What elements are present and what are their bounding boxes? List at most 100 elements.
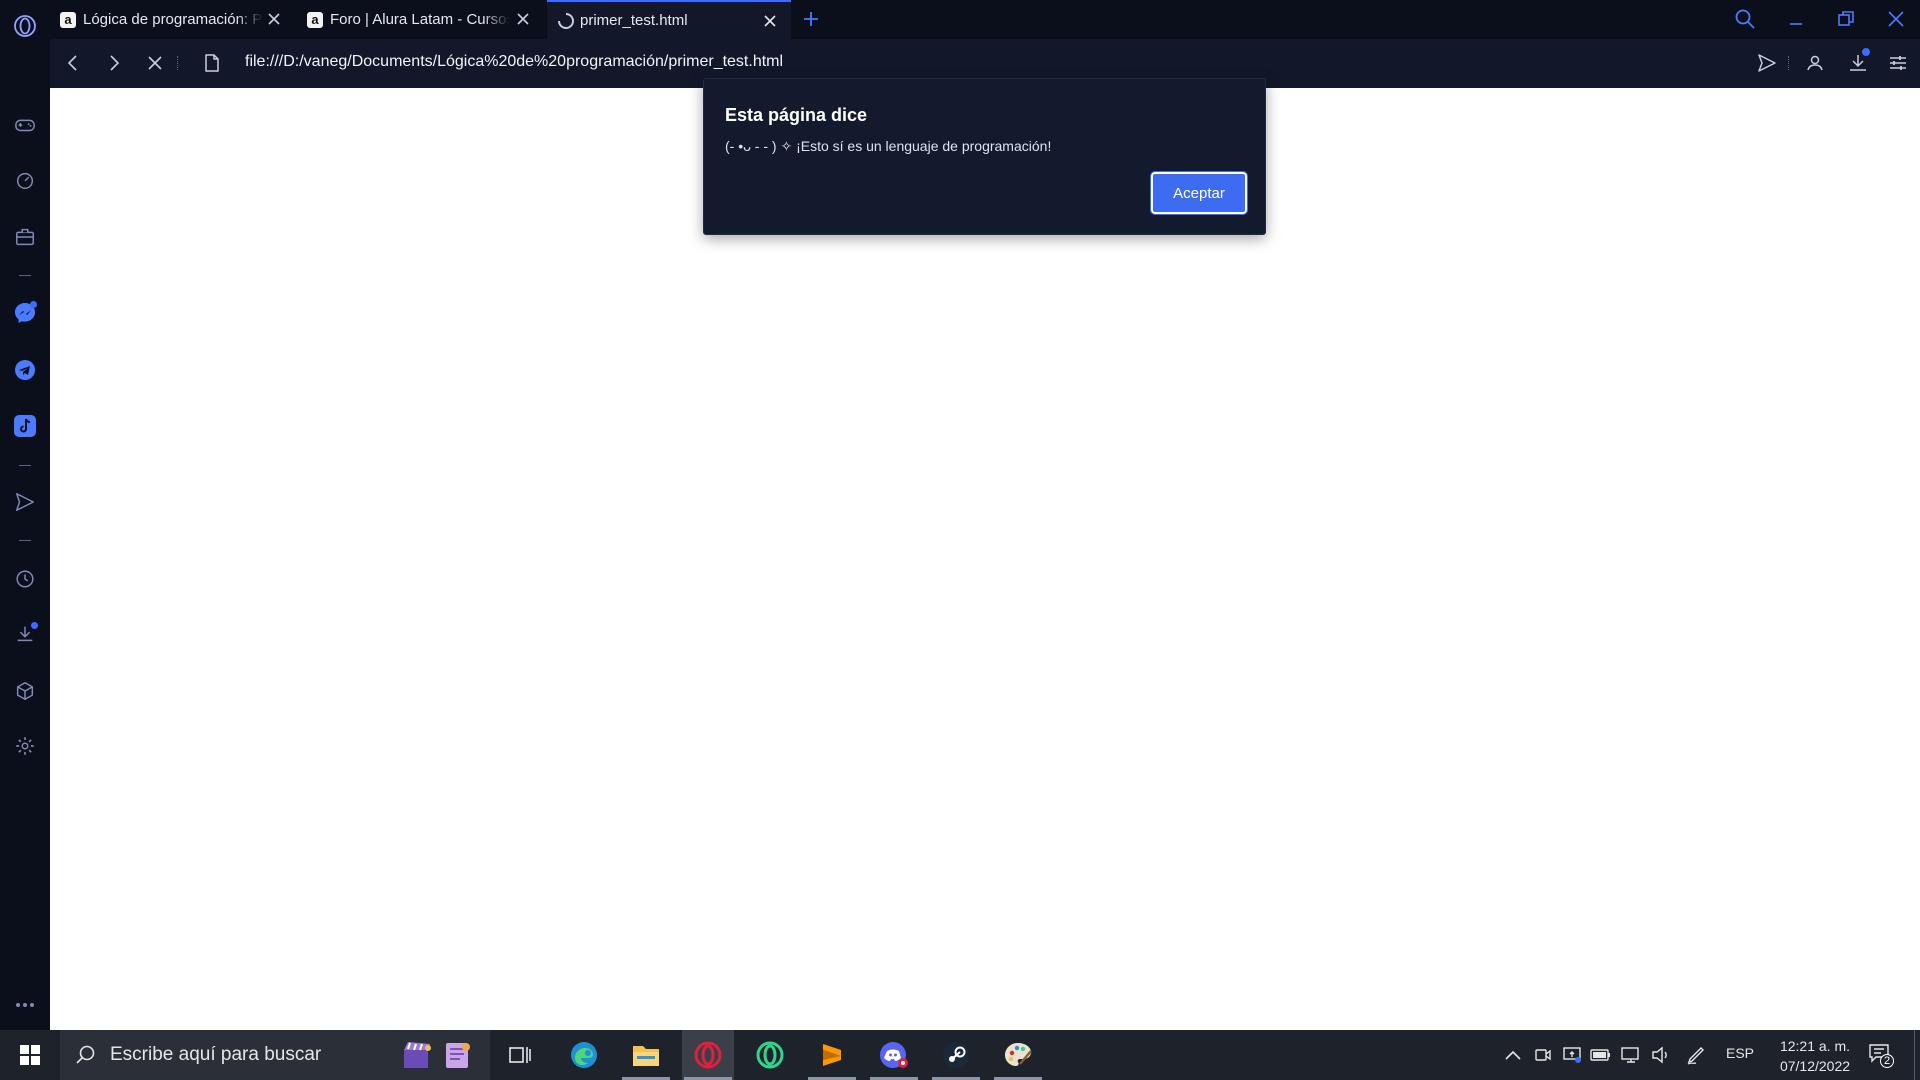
pen-icon: [1687, 1047, 1704, 1065]
back-button[interactable]: [62, 52, 84, 74]
stop-loading-button[interactable]: [144, 52, 166, 74]
speedometer-icon: [16, 172, 34, 189]
notification-count-badge: 2: [1880, 1054, 1894, 1068]
close-tab-icon[interactable]: [265, 10, 283, 28]
opera-logo-icon: [14, 15, 36, 37]
tab-title: Foro | Alura Latam - Cursos: [330, 11, 510, 28]
downloads-notification-dot: [31, 622, 38, 629]
loading-spinner-icon: [558, 12, 574, 29]
show-hidden-icons-button[interactable]: [1502, 1045, 1524, 1065]
tray-battery-button[interactable]: [1590, 1045, 1612, 1065]
taskbar-opera-gx-button[interactable]: [682, 1030, 734, 1080]
taskbar-edge-button[interactable]: [558, 1030, 610, 1080]
send-to-flow-button[interactable]: [1756, 52, 1778, 74]
sidebar-twitch-button[interactable]: [10, 222, 40, 252]
sidebar-more-button[interactable]: [10, 990, 40, 1020]
clapperboard-icon: [404, 1042, 431, 1068]
sidebar-divider: [19, 465, 31, 466]
battery-icon: [1590, 1049, 1610, 1061]
accept-button[interactable]: Aceptar: [1150, 171, 1248, 215]
paint-palette-icon: [1005, 1043, 1032, 1066]
forward-button[interactable]: [103, 52, 125, 74]
close-tab-icon[interactable]: [514, 10, 532, 28]
new-tab-button[interactable]: [801, 9, 821, 29]
tab-strip: a Lógica de programación: Primeros pasos…: [50, 0, 1920, 39]
easy-setup-button[interactable]: [1887, 52, 1909, 74]
clock-time: 12:21 a. m.: [1779, 1038, 1851, 1054]
tray-meet-now-button[interactable]: [1532, 1045, 1554, 1065]
url-field[interactable]: file:///D:/vaneg/Documents/Lógica%20de%2…: [245, 53, 783, 71]
tab-title: primer_test.html: [580, 12, 688, 29]
profile-button[interactable]: [1804, 52, 1826, 74]
show-desktop-button[interactable]: [1914, 1030, 1920, 1080]
tray-volume-button[interactable]: [1650, 1045, 1672, 1065]
browser-sidebar: [0, 0, 50, 1030]
toolbar-divider: [1788, 56, 1789, 70]
close-tab-icon[interactable]: [761, 12, 779, 30]
close-icon: [1888, 11, 1904, 27]
minimize-icon: [1790, 23, 1802, 25]
taskbar-clock[interactable]: 12:21 a. m. 07/12/2022: [1760, 1036, 1870, 1076]
tab-search-button[interactable]: [1734, 8, 1756, 30]
messenger-notification-dot: [30, 301, 37, 308]
sidebar-history-button[interactable]: [10, 564, 40, 594]
notebook-highlight-image[interactable]: [440, 1038, 474, 1072]
sidebar-tiktok-button[interactable]: [10, 411, 40, 441]
edge-icon: [571, 1042, 597, 1068]
restore-window-button[interactable]: [1835, 8, 1857, 30]
taskbar-file-explorer-button[interactable]: [620, 1030, 672, 1080]
close-icon: [148, 56, 162, 70]
gear-icon: [16, 737, 34, 755]
taskbar-opera-button[interactable]: [744, 1030, 796, 1080]
chevron-right-icon: [110, 55, 120, 71]
sidebar-extensions-button[interactable]: [10, 676, 40, 706]
dialog-message: (- •ᴗ - - ) ✧ ¡Esto sí es un lenguaje de…: [725, 138, 1052, 154]
windows-taskbar: Escribe aquí para buscar ESP 12:21 a. m.…: [0, 1030, 1920, 1080]
steam-icon: [943, 1042, 969, 1068]
sublime-text-icon: [823, 1044, 841, 1066]
search-icon: [1735, 9, 1755, 29]
page-info-button[interactable]: [203, 53, 221, 73]
start-button[interactable]: [0, 1030, 60, 1080]
tray-screen-button[interactable]: [1561, 1045, 1583, 1065]
discord-icon: [880, 1042, 908, 1068]
toolbar-divider: [177, 56, 178, 70]
telegram-icon: [15, 360, 35, 380]
minimize-window-button[interactable]: [1785, 8, 1807, 30]
opera-menu-button[interactable]: [10, 11, 40, 41]
more-dots-icon: [16, 1003, 34, 1007]
send-arrow-icon: [16, 493, 34, 511]
plus-icon: [804, 12, 818, 26]
tab-foro-alura[interactable]: a Foro | Alura Latam - Cursos: [297, 0, 544, 39]
clock-icon: [16, 570, 34, 588]
sidebar-gx-corner-button[interactable]: [10, 110, 40, 140]
search-highlight-image[interactable]: [398, 1036, 436, 1074]
alert-dialog: Esta página dice (- •ᴗ - - ) ✧ ¡Esto sí …: [703, 78, 1266, 235]
tab-logica-programacion[interactable]: a Lógica de programación: Primeros pasos: [50, 0, 295, 39]
close-window-button[interactable]: [1885, 8, 1907, 30]
sliders-icon: [1890, 56, 1906, 70]
user-icon: [1807, 55, 1823, 71]
taskbar-paint-button[interactable]: [992, 1030, 1044, 1080]
taskbar-search-box[interactable]: Escribe aquí para buscar: [60, 1030, 490, 1080]
task-view-button[interactable]: [494, 1030, 546, 1080]
sidebar-telegram-button[interactable]: [10, 355, 40, 385]
tiktok-icon: [14, 415, 36, 437]
camera-icon: [1535, 1049, 1551, 1061]
input-language-indicator[interactable]: ESP: [1726, 1045, 1754, 1061]
taskbar-sublime-text-button[interactable]: [806, 1030, 858, 1080]
sidebar-divider: [19, 540, 31, 541]
sidebar-gx-control-button[interactable]: [10, 165, 40, 195]
tray-network-button[interactable]: [1620, 1045, 1642, 1065]
folder-icon: [633, 1046, 659, 1066]
taskbar-discord-button[interactable]: [868, 1030, 920, 1080]
sidebar-settings-button[interactable]: [10, 731, 40, 761]
opera-gx-icon: [694, 1041, 722, 1069]
tab-primer-test[interactable]: primer_test.html: [547, 0, 791, 39]
briefcase-icon: [16, 228, 34, 246]
sidebar-my-flow-button[interactable]: [10, 487, 40, 517]
taskbar-steam-button[interactable]: [930, 1030, 982, 1080]
tray-pen-button[interactable]: [1686, 1045, 1708, 1065]
screen-share-icon: [1563, 1047, 1581, 1063]
chevron-left-icon: [67, 55, 77, 71]
